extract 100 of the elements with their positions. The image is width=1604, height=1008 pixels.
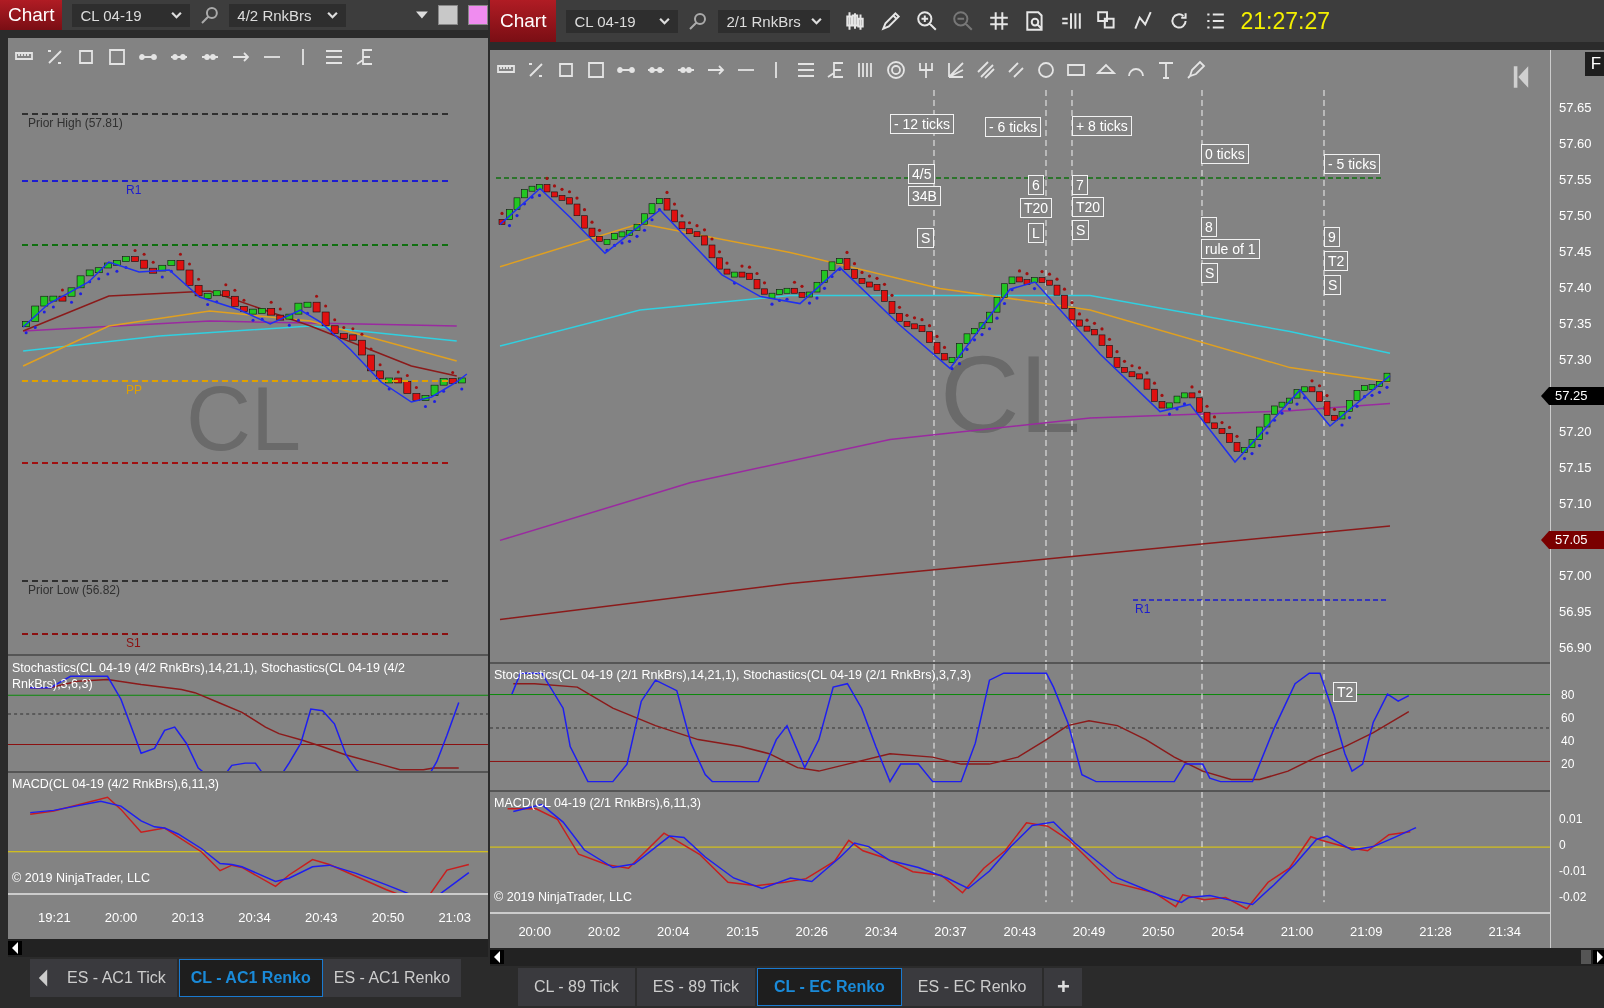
annotation-label: L — [1028, 223, 1044, 243]
pencil-icon[interactable] — [880, 10, 903, 32]
lines-icon[interactable] — [796, 60, 816, 80]
square-icon[interactable] — [586, 60, 606, 80]
time-label: 20:54 — [1210, 923, 1245, 939]
crosshair-icon[interactable] — [988, 10, 1011, 32]
annotation-label: - 12 ticks — [890, 114, 954, 134]
axis-label: 80 — [1560, 687, 1576, 704]
axis-label: 0.01 — [1558, 811, 1584, 828]
square-icon[interactable] — [107, 47, 127, 67]
target-icon[interactable] — [886, 60, 906, 80]
search-icon[interactable] — [199, 5, 220, 25]
annotation-label: T2 — [1333, 682, 1358, 702]
caret-icon — [659, 17, 671, 25]
f-button[interactable]: F — [1585, 52, 1604, 76]
time-label: 19:21 — [37, 909, 72, 925]
price-label: 57.65 — [1558, 99, 1593, 117]
chart-tab[interactable]: ES - EC Renko — [901, 968, 1045, 1006]
chart-tab[interactable]: ES - 89 Tick — [636, 968, 757, 1006]
time-label: 21:03 — [437, 909, 472, 925]
price-label: 57.55 — [1558, 171, 1593, 189]
pitchfork-icon[interactable] — [916, 60, 936, 80]
go-to-end-icon[interactable] — [1512, 64, 1530, 90]
time-label: 20:49 — [1071, 923, 1107, 939]
annotation-label: 8 — [1201, 217, 1217, 237]
time-label: 20:02 — [586, 923, 622, 939]
scroll-left-icon[interactable] — [490, 950, 504, 964]
instrument-dropdown[interactable]: CL 04-19 — [72, 3, 190, 27]
axis-label: 20 — [1560, 756, 1576, 773]
chart-tab[interactable]: CL - AC1 Renko — [178, 959, 323, 997]
time-label: 20:00 — [103, 909, 139, 925]
fan-icon[interactable] — [946, 60, 966, 80]
axis-label: 40 — [1560, 733, 1576, 750]
annotation-label: T20 — [1020, 198, 1053, 218]
time-label: 20:26 — [794, 923, 830, 939]
price-label: 57.35 — [1558, 315, 1593, 333]
bar-type-dropdown[interactable]: 2/1 RnkBrs — [718, 9, 831, 33]
pen-icon[interactable] — [1186, 60, 1206, 80]
scrollbar-thumb[interactable] — [1581, 950, 1591, 964]
color-swatch[interactable] — [438, 5, 459, 25]
price-label: 57.50 — [1558, 207, 1593, 225]
price-label: 57.20 — [1558, 423, 1593, 441]
price-marker: 57.25 — [1541, 387, 1604, 405]
annotation-label: + 8 ticks — [1072, 116, 1132, 136]
annotation-label: S — [917, 228, 935, 248]
price-label: 57.45 — [1558, 243, 1593, 261]
level-label: PP — [126, 383, 142, 397]
time-label: 20:37 — [933, 923, 968, 939]
window-title[interactable]: Chart — [490, 0, 557, 42]
candlestick-icon[interactable] — [844, 10, 867, 32]
square-icon[interactable] — [556, 60, 576, 80]
slash-icon[interactable] — [526, 60, 546, 80]
time-label: 21:28 — [1418, 923, 1453, 939]
extension-icon[interactable] — [355, 47, 375, 67]
caret-icon — [811, 17, 823, 25]
level-label: Prior High (57.81) — [28, 116, 123, 130]
diagonal-line-icon[interactable] — [1006, 60, 1026, 80]
annotation-label: 9 — [1324, 227, 1340, 247]
scroll-left-icon[interactable] — [8, 941, 22, 955]
dropdown-icon[interactable] — [416, 11, 429, 19]
zoom-in-icon[interactable] — [916, 10, 939, 32]
bar-type-dropdown[interactable]: 4/2 RnkBrs — [229, 3, 347, 27]
annotation-label: - 5 ticks — [1324, 154, 1381, 174]
chart-tab[interactable]: CL - 89 Tick — [518, 968, 637, 1006]
tab-scroll-left-icon[interactable] — [30, 959, 56, 997]
indicator-label: MACD(CL 04-19 (4/2 RnkBrs),6,11,3) — [12, 777, 219, 791]
chart-tab[interactable]: ES - AC1 Renko — [322, 959, 464, 997]
search-icon[interactable] — [688, 11, 709, 31]
chart-tab[interactable]: ES - AC1 Tick — [56, 959, 179, 997]
copyright-text: © 2019 NinjaTrader, LLC — [12, 871, 150, 885]
add-tab-button[interactable]: + — [1044, 968, 1083, 1006]
scroll-right-icon[interactable] — [1593, 950, 1604, 964]
list-icon[interactable] — [1204, 10, 1227, 32]
zoom-out-icon[interactable] — [952, 10, 975, 32]
window-title[interactable]: Chart — [0, 0, 63, 30]
axis-label: 0 — [1558, 837, 1567, 854]
time-label: 20:34 — [863, 923, 899, 939]
slash-icon[interactable] — [45, 47, 65, 67]
extension-icon[interactable] — [826, 60, 846, 80]
time-label: 20:15 — [725, 923, 760, 939]
time-label: 20:04 — [655, 923, 691, 939]
time-label: 20:50 — [1141, 923, 1176, 939]
square-icon[interactable] — [76, 47, 96, 67]
annotation-label: T20 — [1072, 197, 1105, 217]
parallel-lines-icon[interactable] — [976, 60, 996, 80]
bars-icon[interactable] — [1060, 10, 1083, 32]
chart-tab[interactable]: CL - EC Renko — [757, 968, 902, 1006]
color-swatch[interactable] — [468, 5, 488, 25]
annotation-label: 0 ticks — [1201, 144, 1249, 164]
axis-label: 60 — [1560, 710, 1576, 727]
price-label: 57.30 — [1558, 351, 1593, 369]
time-label: 21:00 — [1279, 923, 1315, 939]
annotation-label: S — [1201, 263, 1219, 283]
text-tool-icon[interactable] — [1156, 60, 1176, 80]
level-label: S1 — [126, 636, 141, 650]
clock-time: 21:27:27 — [1240, 7, 1330, 35]
lines-icon[interactable] — [324, 47, 344, 67]
instrument-dropdown[interactable]: CL 04-19 — [566, 9, 679, 33]
price-label: 57.00 — [1558, 567, 1593, 585]
caret-icon — [170, 11, 182, 19]
